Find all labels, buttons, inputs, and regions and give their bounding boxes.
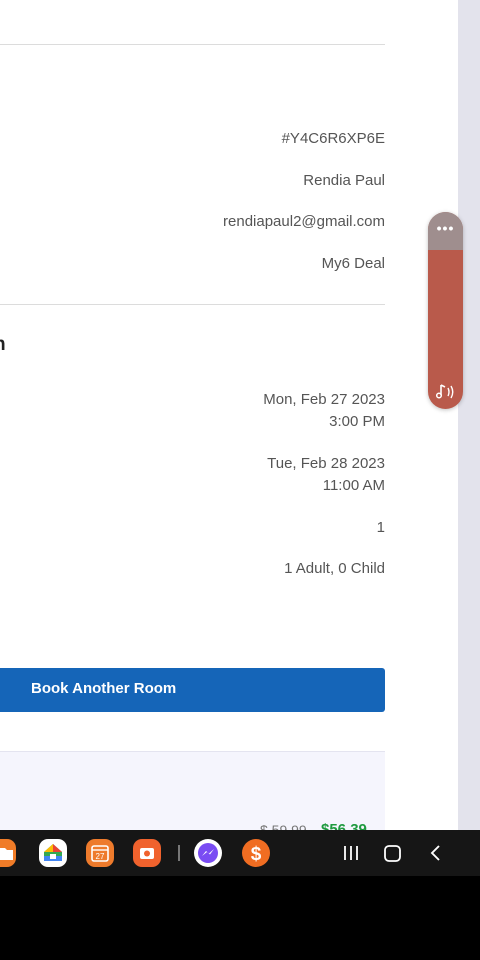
svg-text:$: $ — [251, 844, 262, 865]
taskbar: 27 $ — [0, 830, 480, 876]
book-another-room-label: Book Another Room — [31, 680, 177, 697]
camera-icon[interactable] — [133, 839, 161, 867]
cash-app-icon[interactable]: $ — [242, 839, 270, 867]
book-another-room-button[interactable]: Book Another Room — [0, 668, 385, 712]
booking-confirmation-screen: #Y4C6R6XP6E Rendia Paul rendiapaul2@gmai… — [0, 0, 480, 830]
home-icon[interactable] — [383, 841, 403, 865]
audio-icon[interactable] — [434, 382, 458, 402]
discounted-price: $56.39 — [321, 821, 367, 830]
recent-apps-icon[interactable] — [342, 841, 360, 865]
widget-menu-button[interactable]: ••• — [428, 212, 463, 250]
calendar-icon[interactable]: 27 — [86, 839, 114, 867]
deal-panel — [0, 751, 385, 830]
section-divider — [0, 304, 385, 305]
google-home-icon[interactable] — [39, 839, 67, 867]
room-count: 1 — [376, 519, 385, 536]
checkin-date: Mon, Feb 27 2023 — [263, 391, 385, 408]
more-icon: ••• — [436, 220, 455, 236]
top-divider — [0, 44, 385, 45]
floating-assistant-widget[interactable]: ••• — [428, 212, 463, 409]
checkin-time: 3:00 PM — [329, 413, 385, 430]
original-price: $ 59.99 — [260, 822, 307, 830]
messenger-icon[interactable] — [194, 839, 222, 867]
rate-plan: My6 Deal — [321, 255, 385, 272]
scroll-rail[interactable] — [458, 0, 480, 830]
confirmation-number: #Y4C6R6XP6E — [281, 130, 385, 147]
screen-bottom — [0, 876, 480, 960]
section-heading: n — [0, 334, 6, 356]
back-icon[interactable] — [428, 841, 444, 865]
guest-name: Rendia Paul — [303, 172, 385, 189]
guest-count: 1 Adult, 0 Child — [284, 560, 385, 577]
files-icon[interactable] — [0, 839, 16, 867]
guest-email: rendiapaul2@gmail.com — [223, 213, 385, 230]
checkout-time: 11:00 AM — [322, 477, 385, 494]
checkout-date: Tue, Feb 28 2023 — [267, 455, 385, 472]
dock-separator — [178, 845, 180, 861]
calendar-day: 27 — [96, 852, 105, 861]
